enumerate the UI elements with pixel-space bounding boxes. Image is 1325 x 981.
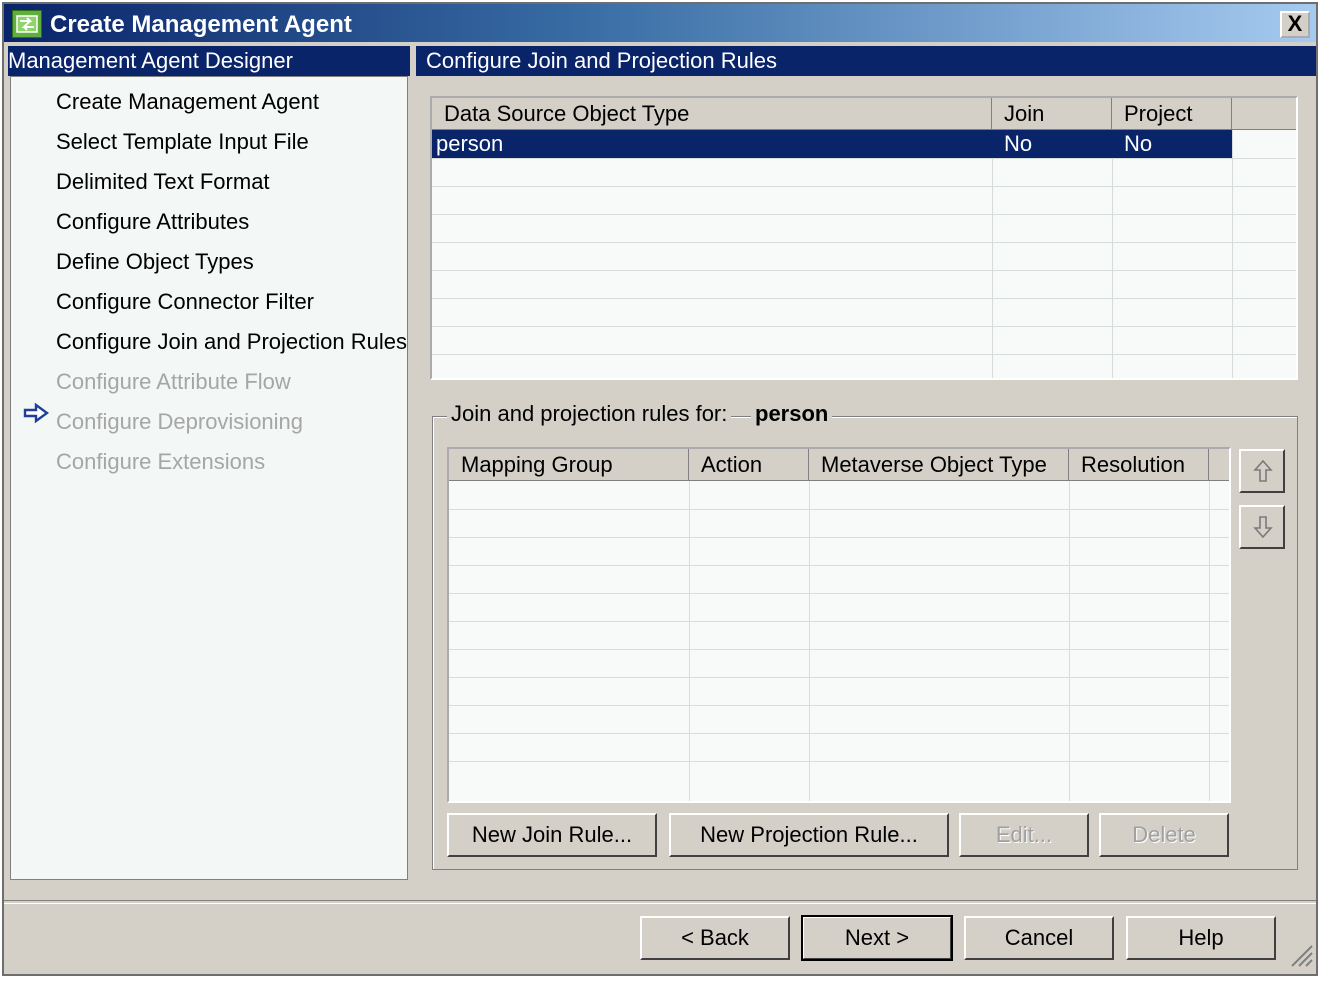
- step-configure-attributes[interactable]: Configure Attributes: [56, 209, 249, 235]
- table-row[interactable]: person No No: [432, 130, 1232, 158]
- rules-group-object-type: person: [751, 401, 833, 427]
- step-configure-connector-filter[interactable]: Configure Connector Filter: [56, 289, 314, 315]
- column-header-data-source-object-type[interactable]: Data Source Object Type: [432, 98, 992, 130]
- footer-separator: [4, 900, 1316, 904]
- cancel-button[interactable]: Cancel: [964, 916, 1114, 960]
- row-join-value: No: [1004, 131, 1033, 156]
- move-down-button[interactable]: [1239, 505, 1285, 549]
- column-header-join[interactable]: Join: [992, 98, 1112, 130]
- back-button[interactable]: < Back: [640, 916, 790, 960]
- step-create-management-agent[interactable]: Create Management Agent: [56, 89, 319, 115]
- help-button[interactable]: Help: [1126, 916, 1276, 960]
- column-header-project[interactable]: Project: [1112, 98, 1232, 130]
- current-step-arrow-icon: [23, 402, 49, 424]
- step-define-object-types[interactable]: Define Object Types: [56, 249, 254, 275]
- column-header-mapping-group[interactable]: Mapping Group: [449, 449, 689, 481]
- column-header-filler: [1232, 98, 1296, 130]
- designer-header: Management Agent Designer: [8, 46, 410, 76]
- create-management-agent-window: Create Management Agent X Management Age…: [2, 2, 1318, 976]
- title-bar: Create Management Agent X: [4, 4, 1316, 42]
- step-configure-extensions: Configure Extensions: [56, 449, 266, 474]
- rules-table[interactable]: Mapping Group Action Metaverse Object Ty…: [447, 447, 1231, 803]
- size-grip-icon[interactable]: [1288, 942, 1314, 968]
- step-configure-join-and-projection-rules[interactable]: Configure Join and Projection Rules: [56, 329, 407, 355]
- step-delimited-text-format[interactable]: Delimited Text Format: [56, 169, 270, 195]
- row-object-type: person: [436, 131, 504, 156]
- new-projection-rule-button[interactable]: New Projection Rule...: [669, 813, 949, 857]
- delete-button[interactable]: Delete: [1099, 813, 1229, 857]
- move-up-button[interactable]: [1239, 449, 1285, 493]
- move-up-icon: [1253, 459, 1273, 482]
- column-header-filler: [1209, 449, 1229, 481]
- join-projection-panel: Data Source Object Type Join Project per…: [416, 76, 1316, 880]
- app-icon: [12, 10, 42, 38]
- column-header-action[interactable]: Action: [689, 449, 809, 481]
- page-title: Configure Join and Projection Rules: [416, 46, 1316, 76]
- rules-group-label: Join and projection rules for:: [447, 401, 732, 427]
- move-down-icon: [1253, 516, 1273, 539]
- row-project-value: No: [1124, 131, 1153, 156]
- step-configure-attribute-flow: Configure Attribute Flow: [56, 369, 291, 394]
- close-icon[interactable]: X: [1280, 11, 1310, 38]
- step-configure-deprovisioning: Configure Deprovisioning: [56, 409, 304, 434]
- column-header-resolution[interactable]: Resolution: [1069, 449, 1209, 481]
- step-select-template-input-file[interactable]: Select Template Input File: [56, 129, 309, 155]
- column-header-metaverse-object-type[interactable]: Metaverse Object Type: [809, 449, 1069, 481]
- rules-groupbox: Join and projection rules for: person Ma…: [432, 401, 1298, 870]
- object-types-table[interactable]: Data Source Object Type Join Project per…: [430, 96, 1298, 380]
- window-title: Create Management Agent: [50, 11, 352, 38]
- edit-button[interactable]: Edit...: [959, 813, 1089, 857]
- designer-step-list: Create Management Agent Select Template …: [10, 76, 408, 880]
- next-button[interactable]: Next >: [801, 915, 953, 961]
- new-join-rule-button[interactable]: New Join Rule...: [447, 813, 657, 857]
